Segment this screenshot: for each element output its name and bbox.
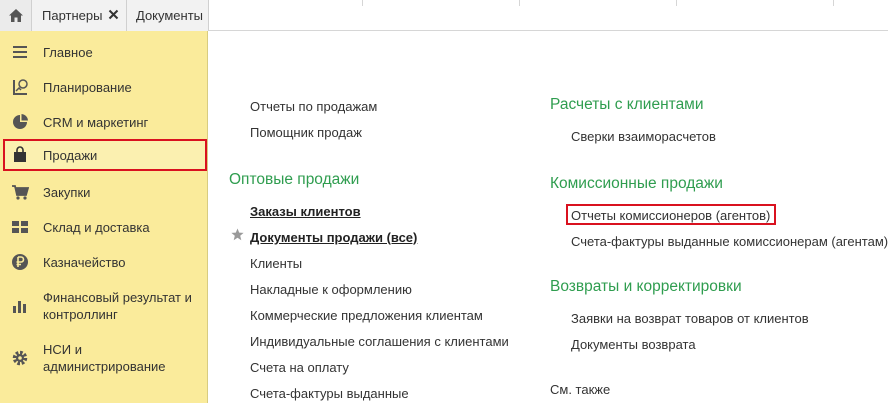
sidebar-item-purchases[interactable]: Закупки	[0, 181, 208, 203]
link-clients[interactable]: Клиенты	[250, 256, 302, 271]
sidebar-item-label: Планирование	[43, 80, 132, 95]
divider	[362, 0, 363, 6]
section-title-commission: Комиссионные продажи	[550, 175, 723, 192]
link-return-requests[interactable]: Заявки на возврат товаров от клиентов	[571, 311, 809, 326]
sidebar-item-financial-result[interactable]: Финансовый результат и контроллинг	[0, 286, 208, 326]
sidebar: Главное Планирование CRM и маркетинг Про…	[0, 31, 208, 403]
divider	[676, 0, 677, 6]
home-icon	[8, 9, 23, 22]
cart-icon	[12, 185, 29, 200]
sidebar-item-crm[interactable]: CRM и маркетинг	[0, 111, 208, 133]
sidebar-item-label: CRM и маркетинг	[43, 115, 149, 130]
sidebar-item-label: Склад и доставка	[43, 220, 150, 235]
tab-documents[interactable]: Документы	[127, 0, 209, 31]
link-sales-reports[interactable]: Отчеты по продажам	[250, 99, 377, 114]
sidebar-item-main[interactable]: Главное	[0, 41, 208, 63]
warehouse-icon	[12, 221, 28, 233]
sidebar-item-sales[interactable]: Продажи	[0, 144, 208, 166]
sidebar-item-label: Казначейство	[43, 255, 126, 270]
star-icon[interactable]	[231, 228, 244, 241]
ruble-icon	[12, 254, 28, 270]
shopping-bag-icon	[14, 146, 26, 162]
link-individual-agreements[interactable]: Индивидуальные соглашения с клиентами	[250, 334, 509, 349]
menu-icon	[13, 46, 27, 58]
sidebar-item-label: НСИ и администрирование	[43, 342, 166, 374]
tab-bar: Партнеры Документы	[0, 0, 888, 31]
sidebar-item-label: Закупки	[43, 185, 91, 200]
link-commercial-offers[interactable]: Коммерческие предложения клиентам	[250, 308, 483, 323]
sidebar-item-admin[interactable]: НСИ и администрирование	[0, 338, 208, 378]
sidebar-item-label: Главное	[43, 45, 93, 60]
tab-partners-label: Партнеры	[42, 8, 103, 23]
tab-documents-label: Документы	[136, 8, 204, 23]
link-commissioner-reports[interactable]: Отчеты комиссионеров (агентов)	[571, 208, 770, 223]
link-reconciliation[interactable]: Сверки взаиморасчетов	[571, 129, 716, 144]
sidebar-item-label: Продажи	[43, 148, 98, 163]
link-return-documents[interactable]: Документы возврата	[571, 337, 696, 352]
divider	[833, 0, 834, 6]
bar-chart-icon	[13, 301, 26, 313]
link-customer-orders[interactable]: Заказы клиентов	[250, 204, 361, 219]
gear-icon	[12, 350, 28, 366]
tab-partners[interactable]: Партнеры	[32, 0, 127, 31]
link-invoices-to-process[interactable]: Накладные к оформлению	[250, 282, 412, 297]
pie-chart-icon	[13, 114, 28, 129]
close-icon[interactable]	[108, 9, 119, 20]
link-sales-assistant[interactable]: Помощник продаж	[250, 125, 362, 140]
link-see-also[interactable]: См. также	[550, 382, 610, 397]
home-tab[interactable]	[0, 0, 32, 31]
sidebar-item-warehouse[interactable]: Склад и доставка	[0, 216, 208, 238]
sidebar-item-label: Финансовый результат и контроллинг	[43, 290, 192, 322]
link-commissioner-invoices[interactable]: Счета-фактуры выданные комиссионерам (аг…	[571, 234, 888, 249]
sidebar-item-treasury[interactable]: Казначейство	[0, 251, 208, 273]
sidebar-item-planning[interactable]: Планирование	[0, 76, 208, 98]
planning-icon	[13, 79, 28, 95]
section-title-settlements: Расчеты с клиентами	[550, 96, 704, 113]
section-title-returns: Возвраты и корректировки	[550, 278, 742, 295]
divider	[519, 0, 520, 6]
link-issued-invoices[interactable]: Счета-фактуры выданные	[250, 386, 409, 401]
link-payment-invoices[interactable]: Счета на оплату	[250, 360, 349, 375]
section-title-wholesale: Оптовые продажи	[229, 171, 360, 188]
link-sales-documents[interactable]: Документы продажи (все)	[250, 230, 417, 245]
